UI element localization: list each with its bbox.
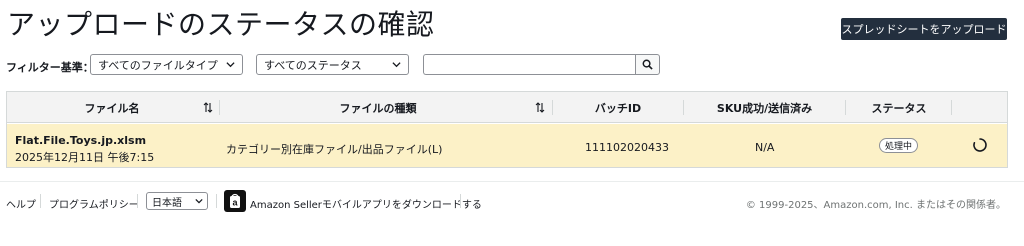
table-header: ファイル名 ファイルの種類 バッチID SKU成功/送信済み ステータス [7,92,1007,123]
filter-label: フィルター基準： [6,61,94,74]
chevron-down-icon [392,62,401,68]
sort-icon[interactable] [203,102,213,113]
footer-divider [0,181,1024,182]
status-select-value: すべてのステータス [264,58,362,72]
language-select-value: 日本語 [152,197,182,209]
status-badge: 処理中 [879,138,919,153]
footer-separator [216,194,217,208]
sku-count: N/A [755,141,775,154]
upload-date: 2025年12月11日 午後7:15 [15,151,155,164]
file-type-select[interactable]: すべてのファイルタイプ [90,54,243,75]
search-icon [642,59,653,70]
column-header-status: ステータス [871,101,927,115]
footer-separator [460,194,461,208]
chevron-down-icon [195,198,203,204]
upload-status-table: ファイル名 ファイルの種類 バッチID SKU成功/送信済み ステータス Fla… [6,91,1008,168]
column-header-sku: SKU成功/送信済み [716,101,813,115]
file-type-select-value: すべてのファイルタイプ [98,58,218,72]
chevron-down-icon [226,62,235,68]
footer-separator [40,194,41,208]
batch-id: 111102020433 [585,141,669,154]
program-policy-link[interactable]: プログラムポリシー [49,196,139,211]
file-name: Flat.File.Toys.jp.xlsm [15,134,147,147]
footer-separator [137,194,138,208]
page-title: アップロードのステータスの確認 [7,8,435,41]
upload-spreadsheet-button[interactable]: スプレッドシートをアップロード [841,18,1007,40]
footer: ヘルプ プログラムポリシー 日本語 a Amazon Sellerモバイルアプリ… [0,190,1024,214]
copyright-text: © 1999-2025、Amazon.com, Inc. またはその関係者。 [745,200,1006,211]
column-header-file-kind[interactable]: ファイルの種類 [220,92,536,123]
amazon-seller-app-icon[interactable]: a [224,190,246,212]
language-select[interactable]: 日本語 [146,192,208,210]
sort-icon[interactable] [535,102,545,113]
table-row: Flat.File.Toys.jp.xlsm 2025年12月11日 午後7:1… [7,124,1007,167]
column-header-batch-id: バッチID [594,101,642,115]
app-download-link[interactable]: Amazon Sellerモバイルアプリをダウンロードする [250,196,482,211]
status-select[interactable]: すべてのステータス [256,54,409,75]
column-divider [951,100,952,115]
column-header-file-name[interactable]: ファイル名 [7,92,217,123]
file-kind: カテゴリー別在庫ファイル/出品ファイル(L) [226,143,443,156]
search-input[interactable] [423,54,636,75]
search-button[interactable] [635,54,660,75]
help-link[interactable]: ヘルプ [6,196,36,211]
loading-spinner-icon [973,138,987,152]
